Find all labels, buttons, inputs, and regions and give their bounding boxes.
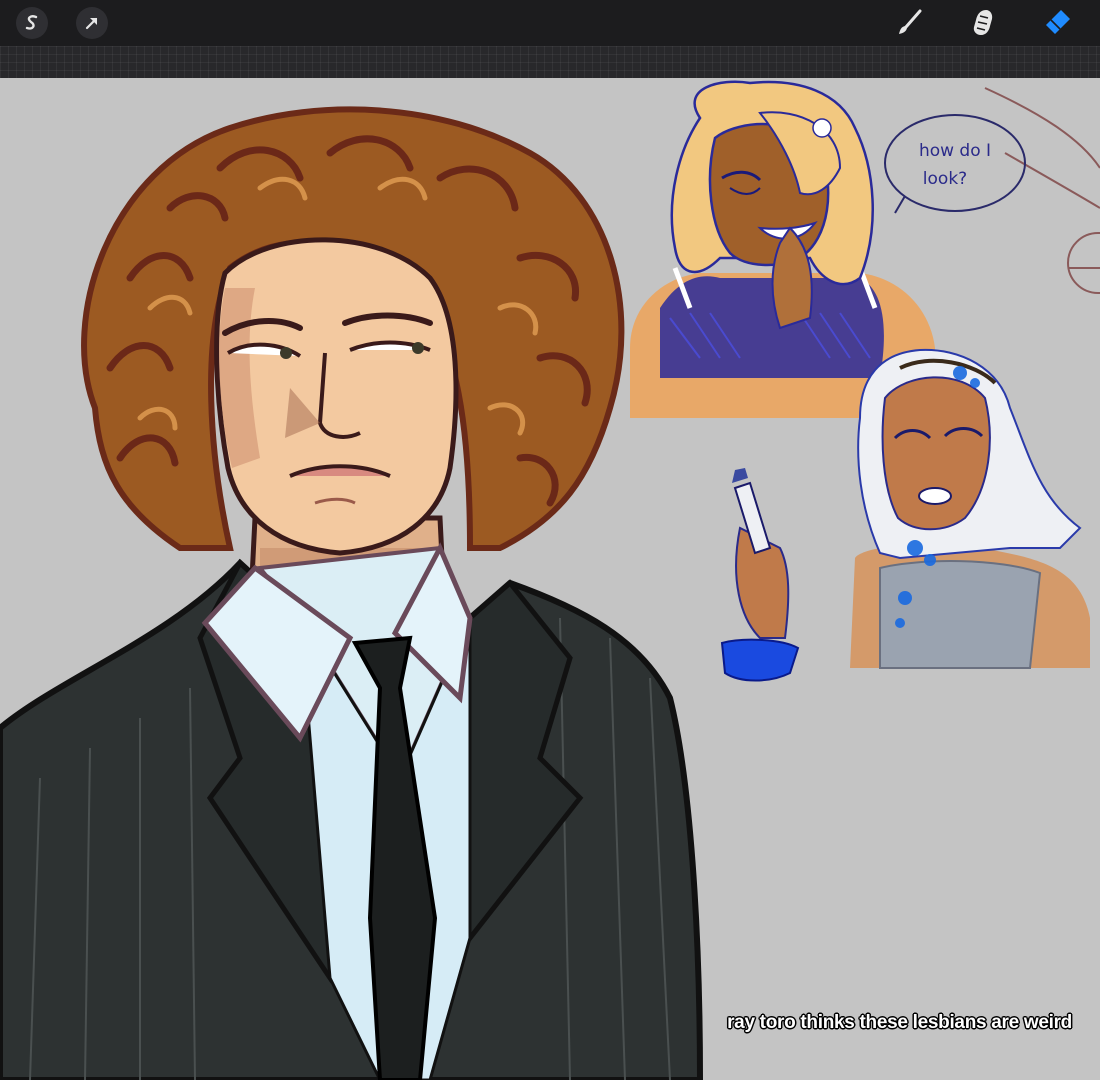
canvas-ruler-strip xyxy=(0,46,1100,78)
man-figure xyxy=(0,106,704,1080)
transform-tool-button[interactable] xyxy=(76,7,108,39)
transform-arrow-icon xyxy=(85,17,98,30)
speech-bubble-line-1: how do I xyxy=(919,141,991,161)
brush-icon[interactable] xyxy=(892,6,926,40)
smudge-icon[interactable] xyxy=(966,6,1000,40)
face xyxy=(214,237,459,556)
top-toolbar xyxy=(0,0,1100,46)
speech-bubble-line-2: look? xyxy=(923,169,967,189)
eraser-icon[interactable] xyxy=(1040,6,1074,40)
modify-s-icon xyxy=(25,15,38,30)
artwork: how do I look? xyxy=(0,80,1100,1080)
video-caption: ray toro thinks these lesbians are weird xyxy=(727,1012,1072,1033)
modify-tool-button[interactable] xyxy=(16,7,48,39)
drawing-canvas[interactable]: how do I look? ray toro thinks these les… xyxy=(0,78,1100,1080)
sketch-lines xyxy=(984,87,1100,294)
